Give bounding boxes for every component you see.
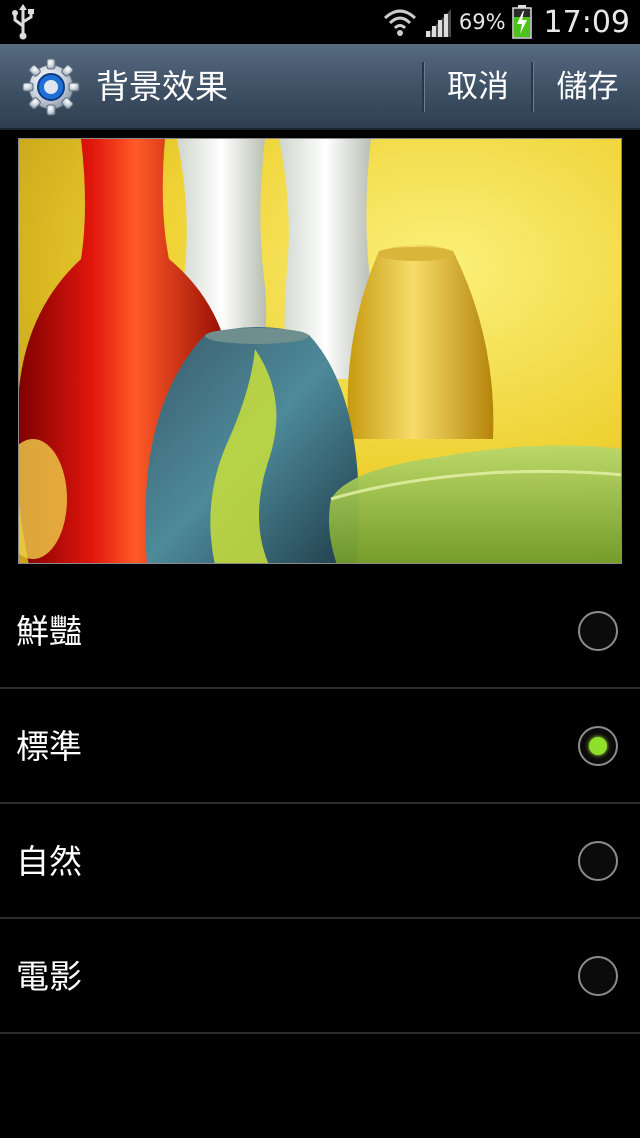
battery-percent: 69% bbox=[458, 10, 506, 34]
option-row-standard[interactable]: 標準 bbox=[0, 689, 640, 804]
battery-charging-icon bbox=[511, 5, 532, 39]
glass-vases-preview-image bbox=[19, 139, 621, 563]
option-label: 標準 bbox=[16, 727, 82, 766]
option-row-movie[interactable]: 電影 bbox=[0, 919, 640, 1034]
status-bar: 69% 17:09 bbox=[0, 0, 640, 44]
radio-button[interactable] bbox=[578, 956, 618, 996]
radio-button[interactable] bbox=[578, 841, 618, 881]
divider bbox=[531, 62, 534, 112]
radio-button-selected[interactable] bbox=[578, 726, 618, 766]
divider bbox=[422, 62, 425, 112]
signal-icon bbox=[424, 9, 451, 37]
settings-gear-icon[interactable] bbox=[22, 58, 80, 116]
wifi-icon bbox=[383, 9, 416, 36]
option-label: 鮮豔 bbox=[16, 612, 82, 651]
option-row-vivid[interactable]: 鮮豔 bbox=[0, 574, 640, 689]
option-label: 自然 bbox=[16, 842, 82, 881]
radio-button[interactable] bbox=[578, 611, 618, 651]
clock-time: 17:09 bbox=[543, 4, 630, 40]
option-row-natural[interactable]: 自然 bbox=[0, 804, 640, 919]
effect-preview-image bbox=[18, 138, 622, 564]
option-label: 電影 bbox=[16, 957, 82, 996]
save-button[interactable]: 儲存 bbox=[535, 62, 640, 112]
usb-icon bbox=[12, 4, 34, 40]
page-title: 背景效果 bbox=[96, 67, 228, 106]
cancel-button[interactable]: 取消 bbox=[426, 62, 530, 112]
action-bar: 背景效果 取消 儲存 bbox=[0, 44, 640, 130]
